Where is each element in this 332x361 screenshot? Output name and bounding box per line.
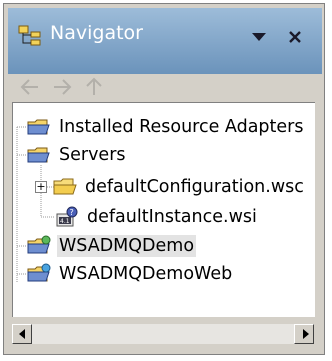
view-menu-triangle-icon [252,33,266,41]
tree-item[interactable]: WSADMQDemo [27,232,197,260]
close-view-button[interactable] [280,22,310,52]
forward-button[interactable] [50,76,74,100]
forward-arrow-icon [54,79,72,95]
view-menu-button[interactable] [244,22,274,52]
up-button[interactable] [82,76,106,100]
scroll-left-button[interactable] [12,324,32,344]
scroll-right-icon [303,329,309,339]
svg-text:4.1: 4.1 [60,218,70,225]
back-arrow-icon [20,79,38,95]
up-arrow-icon [86,77,102,95]
close-icon [289,31,301,43]
project-folder-icon [27,147,50,163]
tree-item[interactable]: + defaultConfiguration.wsc [35,173,306,201]
tree-item[interactable]: Servers [27,141,128,169]
horizontal-scrollbar[interactable] [12,324,314,344]
view-title: Navigator [50,22,143,44]
navigator-view-icon [18,25,41,46]
navigator-view: Navigator Installed Resource Adapters Se… [3,3,325,355]
tree-item[interactable]: Installed Resource Adapters [27,113,305,141]
svg-text:?: ? [70,208,74,217]
scroll-left-icon [19,329,25,339]
back-button[interactable] [18,76,42,100]
folder-icon [53,178,77,195]
scroll-right-button[interactable] [294,324,314,344]
project-folder-icon [27,119,50,135]
navigation-toolbar [8,74,322,104]
tree-item-label: defaultInstance.wsi [87,207,257,227]
tree-item[interactable]: WSADMQDemoWeb [27,260,234,288]
tree-item-label: WSADMQDemoWeb [59,264,233,284]
view-titlebar: Navigator [8,8,322,74]
expand-toggle[interactable]: + [35,181,47,193]
tree-item-label: defaultConfiguration.wsc [85,177,304,197]
server-instance-icon: 4.1 ? [56,206,78,227]
tree-item-label: Installed Resource Adapters [59,117,304,137]
tree-item[interactable]: 4.1 ? defaultInstance.wsi [55,203,259,231]
tree-item-label: WSADMQDemo [57,235,197,257]
resource-tree[interactable]: Installed Resource Adapters Servers + de… [12,102,315,317]
web-project-icon [27,263,51,282]
ejb-project-icon [27,235,51,254]
tree-item-label: Servers [59,145,126,165]
